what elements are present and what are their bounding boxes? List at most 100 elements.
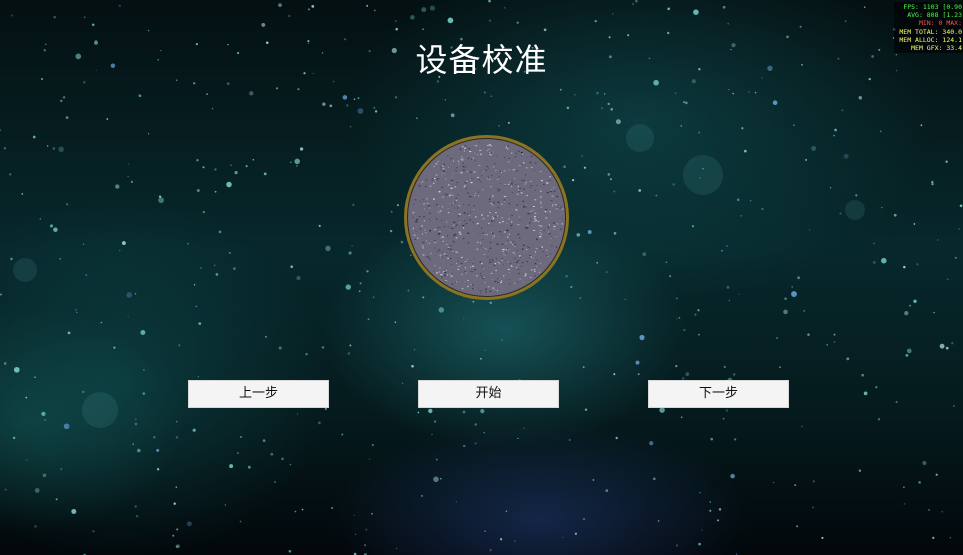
disc-speckle	[508, 158, 511, 159]
disc-speckle	[443, 225, 446, 227]
disc-speckle	[478, 195, 480, 197]
disc-speckle	[473, 209, 475, 210]
star	[947, 278, 949, 280]
disc-speckle	[456, 167, 458, 169]
star	[135, 514, 139, 518]
star	[396, 204, 399, 207]
star	[82, 390, 85, 394]
disc-speckle	[517, 269, 520, 270]
disc-speckle	[547, 255, 549, 257]
disc-speckle	[423, 220, 426, 222]
star	[396, 547, 398, 550]
disc-speckle	[507, 248, 509, 250]
star	[668, 274, 672, 278]
star	[559, 88, 562, 91]
disc-speckle	[520, 192, 523, 194]
star	[395, 27, 398, 31]
star	[488, 0, 491, 3]
disc-speckle	[478, 224, 480, 226]
star	[709, 509, 712, 512]
star	[147, 133, 150, 135]
disc-speckle	[429, 259, 431, 261]
star	[826, 344, 829, 346]
disc-speckle	[447, 235, 448, 237]
disc-speckle	[491, 152, 492, 154]
disc-speckle	[417, 237, 419, 239]
star	[206, 93, 208, 95]
disc-speckle	[561, 218, 563, 220]
disc-speckle	[436, 218, 438, 220]
disc-speckle	[461, 273, 463, 275]
star	[743, 149, 747, 153]
disc-speckle	[492, 261, 494, 263]
star	[821, 536, 824, 539]
glow	[13, 258, 37, 282]
star	[32, 135, 36, 139]
star	[132, 443, 134, 445]
star	[321, 346, 325, 349]
start-button[interactable]: 开始	[418, 380, 559, 408]
disc-speckle	[508, 169, 510, 171]
disc-speckle	[539, 269, 541, 271]
disc-speckle	[431, 179, 433, 181]
star	[484, 349, 486, 351]
disc-speckle	[444, 193, 446, 195]
disc-speckle	[478, 142, 481, 143]
disc-speckle	[542, 251, 545, 253]
star	[127, 315, 129, 318]
fps-readout: FPS: 1103 [0.90	[903, 3, 962, 11]
disc-speckle	[446, 274, 448, 276]
disc-speckle	[455, 199, 458, 201]
disc-speckle	[461, 172, 463, 174]
star	[0, 129, 1, 131]
star	[505, 510, 508, 513]
star	[903, 486, 905, 488]
disc-speckle	[438, 211, 440, 213]
star	[354, 533, 357, 536]
disc-speckle	[518, 272, 520, 274]
star	[366, 4, 369, 7]
star	[858, 469, 862, 472]
disc-speckle	[553, 190, 556, 192]
star	[134, 505, 137, 508]
disc-speckle	[457, 194, 459, 196]
disc-speckle	[551, 245, 553, 247]
disc-speckle	[418, 216, 421, 218]
disc-speckle	[487, 286, 490, 288]
disc-speckle	[423, 208, 425, 210]
disc-speckle	[458, 265, 461, 267]
disc-speckle	[473, 257, 475, 259]
star	[158, 197, 164, 204]
disc-speckle	[519, 237, 521, 239]
disc-speckle	[524, 205, 525, 207]
disc-speckle	[463, 224, 465, 226]
star	[237, 452, 239, 454]
previous-step-button[interactable]: 上一步	[188, 380, 329, 408]
disc-speckle	[475, 192, 477, 194]
star	[281, 457, 284, 461]
disc-speckle	[539, 230, 542, 231]
star	[928, 508, 931, 512]
star	[138, 94, 142, 98]
disc-speckle	[440, 256, 442, 258]
disc-speckle	[462, 169, 465, 171]
star	[881, 257, 887, 264]
disc-speckle	[497, 282, 499, 283]
disc-speckle	[559, 207, 562, 209]
star	[726, 285, 730, 289]
disc-speckle	[530, 269, 533, 271]
disc-speckle	[516, 250, 518, 251]
star	[318, 224, 321, 227]
disc-speckle	[539, 171, 542, 172]
star	[358, 290, 361, 293]
star	[172, 534, 175, 537]
disc-speckle	[492, 166, 495, 168]
disc-speckle	[483, 254, 486, 255]
disc-speckle	[530, 181, 532, 182]
disc-speckle	[518, 264, 520, 266]
disc-speckle	[476, 241, 479, 243]
disc-speckle	[492, 217, 494, 219]
next-step-button[interactable]: 下一步	[648, 380, 789, 408]
disc-speckle	[509, 283, 511, 285]
disc-speckle	[452, 180, 454, 181]
